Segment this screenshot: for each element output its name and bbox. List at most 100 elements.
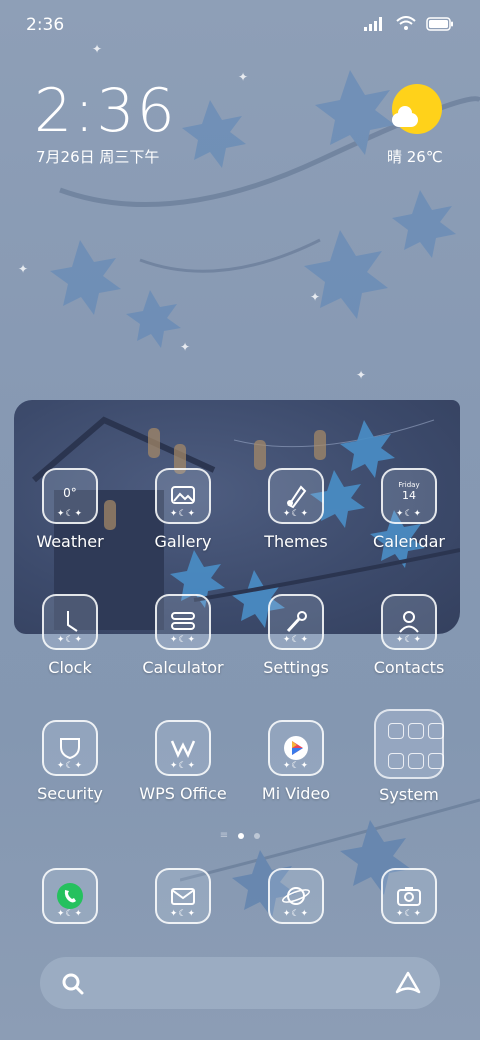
- shield-glyph: [60, 738, 80, 760]
- moon-stars-decoration: ✦☾✦: [282, 761, 310, 771]
- wps-glyph: [170, 740, 196, 758]
- app-label: Mi Video: [261, 784, 331, 803]
- app-label: Gallery: [154, 532, 212, 551]
- app-gallery[interactable]: ✦☾✦ Gallery: [128, 468, 238, 551]
- moon-stars-decoration: ✦☾✦: [169, 509, 197, 519]
- app-label: WPS Office: [139, 784, 227, 803]
- wps-office-icon[interactable]: ✦☾✦: [155, 720, 211, 776]
- status-icons: [364, 16, 454, 31]
- search-bar[interactable]: [40, 957, 440, 1009]
- browser-planet-icon[interactable]: ✦☾✦: [268, 868, 324, 924]
- app-label: Calculator: [142, 658, 224, 677]
- settings-icon[interactable]: ✦☾✦: [268, 594, 324, 650]
- moon-stars-decoration: ✦☾✦: [395, 509, 423, 519]
- themes-glyph: [287, 485, 307, 509]
- app-wps-office[interactable]: ✦☾✦ WPS Office: [128, 720, 238, 803]
- clock-icon[interactable]: ✦☾✦: [42, 594, 98, 650]
- app-calendar[interactable]: Friday 14 ✦☾✦ Calendar: [354, 468, 464, 551]
- battery-icon: [426, 16, 453, 31]
- app-label: Clock: [48, 658, 92, 677]
- calculator-icon[interactable]: ✦☾✦: [155, 594, 211, 650]
- app-label: System: [379, 785, 439, 804]
- moon-stars-decoration: ✦☾✦: [56, 761, 84, 771]
- clock-widget-date: 7月26日 周三下午: [36, 148, 160, 166]
- sparkle: ✦: [180, 340, 191, 354]
- moon-stars-decoration: ✦☾✦: [169, 761, 197, 771]
- app-label: Contacts: [373, 658, 445, 677]
- folder-app-thumb: [388, 723, 404, 739]
- search-icon[interactable]: [60, 971, 86, 997]
- dock-browser[interactable]: ✦☾✦: [241, 868, 351, 924]
- folder-app-thumb: [388, 753, 404, 769]
- app-label: Calendar: [373, 532, 445, 551]
- sparkle: ✦: [356, 368, 367, 382]
- folder-app-thumb: [428, 753, 444, 769]
- dock-phone[interactable]: ✦☾✦: [15, 868, 125, 924]
- messages-icon[interactable]: ✦☾✦: [155, 868, 211, 924]
- moon-stars-decoration: ✦☾✦: [169, 909, 197, 919]
- clock-widget-time[interactable]: 2:36: [34, 76, 177, 146]
- system-folder-icon[interactable]: [374, 709, 444, 779]
- moon-stars-decoration: ✦☾✦: [169, 635, 197, 645]
- page-dot-active[interactable]: [238, 832, 245, 839]
- camera-glyph: [397, 887, 421, 906]
- app-label: Security: [37, 784, 103, 803]
- themes-icon[interactable]: ✦☾✦: [268, 468, 324, 524]
- folder-app-thumb: [408, 723, 424, 739]
- security-icon[interactable]: ✦☾✦: [42, 720, 98, 776]
- calendar-icon-day: Friday: [398, 480, 420, 489]
- assistant-logo-icon[interactable]: [394, 969, 422, 997]
- lantern: [314, 430, 326, 460]
- app-settings[interactable]: ✦☾✦ Settings: [241, 594, 351, 677]
- moon-stars-decoration: ✦☾✦: [56, 635, 84, 645]
- folder-app-thumb: [428, 723, 444, 739]
- sparkle: ✦: [238, 70, 249, 84]
- moon-stars-decoration: ✦☾✦: [282, 635, 310, 645]
- moon-stars-decoration: ✦☾✦: [395, 635, 423, 645]
- contacts-icon[interactable]: ✦☾✦: [381, 594, 437, 650]
- wifi-icon: [396, 16, 416, 30]
- mi-video-icon[interactable]: ✦☾✦: [268, 720, 324, 776]
- app-label: Weather: [36, 532, 104, 551]
- moon-stars-decoration: ✦☾✦: [282, 909, 310, 919]
- status-bar: 2:36: [0, 0, 480, 50]
- app-calculator[interactable]: ✦☾✦ Calculator: [128, 594, 238, 677]
- app-themes[interactable]: ✦☾✦ Themes: [241, 468, 351, 551]
- camera-icon[interactable]: ✦☾✦: [381, 868, 437, 924]
- app-label: Settings: [263, 658, 329, 677]
- page-indicator[interactable]: ≡: [0, 830, 480, 841]
- app-mi-video[interactable]: ✦☾✦ Mi Video: [241, 720, 351, 803]
- moon-stars-decoration: ✦☾✦: [56, 909, 84, 919]
- app-security[interactable]: ✦☾✦ Security: [15, 720, 125, 803]
- planet-glyph: [282, 887, 310, 905]
- dock-camera[interactable]: ✦☾✦: [354, 868, 464, 924]
- moon-stars-decoration: ✦☾✦: [282, 509, 310, 519]
- sparkle: ✦: [310, 290, 321, 304]
- moon-stars-decoration: ✦☾✦: [395, 909, 423, 919]
- calendar-icon-date: 14: [402, 488, 416, 502]
- sparkle: ✦: [18, 262, 29, 276]
- moon-stars-decoration: ✦☾✦: [56, 509, 84, 519]
- calendar-icon[interactable]: Friday 14 ✦☾✦: [381, 468, 437, 524]
- wrench-glyph: [286, 611, 307, 633]
- page-list-icon: ≡: [219, 830, 229, 841]
- calculator-glyph: [171, 612, 195, 630]
- phone-glyph: [57, 883, 83, 909]
- app-weather[interactable]: 0° ✦☾✦ Weather: [15, 468, 125, 551]
- app-system-folder[interactable]: System: [354, 709, 464, 804]
- app-clock[interactable]: ✦☾✦ Clock: [15, 594, 125, 677]
- play-glyph: [284, 736, 308, 760]
- dock-messages[interactable]: ✦☾✦: [128, 868, 238, 924]
- gallery-icon[interactable]: ✦☾✦: [155, 468, 211, 524]
- app-contacts[interactable]: ✦☾✦ Contacts: [354, 594, 464, 677]
- cloud-icon: [392, 106, 418, 127]
- envelope-glyph: [171, 888, 195, 905]
- lantern: [148, 428, 160, 458]
- phone-icon[interactable]: ✦☾✦: [42, 868, 98, 924]
- clock-glyph: [67, 611, 78, 632]
- weather-widget-text: 晴 26℃: [387, 148, 443, 166]
- lantern: [254, 440, 266, 470]
- page-dot[interactable]: [254, 832, 261, 839]
- app-label: Themes: [264, 532, 328, 551]
- weather-icon[interactable]: 0° ✦☾✦: [42, 468, 98, 524]
